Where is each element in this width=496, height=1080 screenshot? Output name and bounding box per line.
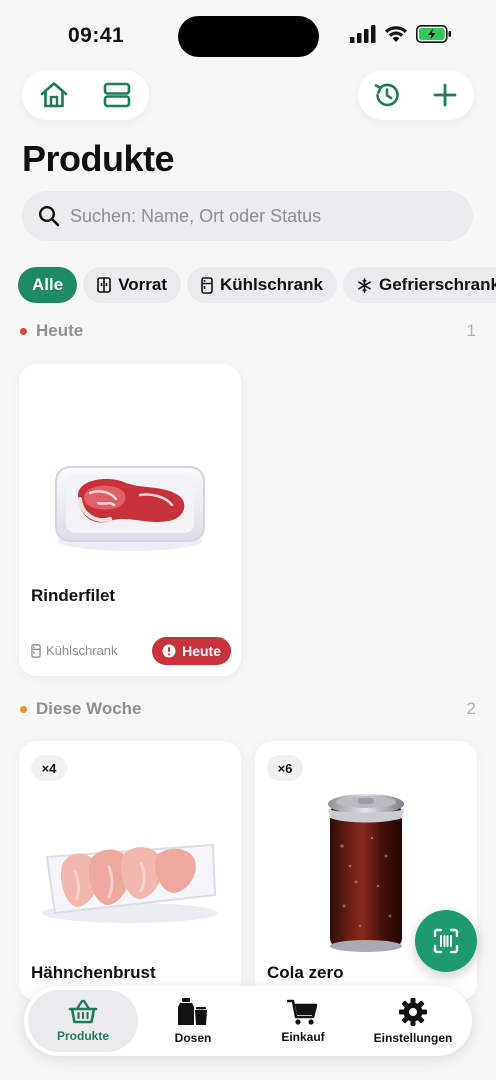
home-icon xyxy=(40,82,68,108)
wifi-icon xyxy=(385,26,407,42)
toolbar-left xyxy=(22,70,149,120)
fridge-icon xyxy=(31,643,41,658)
snowflake-icon xyxy=(358,277,371,293)
search-input[interactable] xyxy=(70,205,450,227)
home-button[interactable] xyxy=(34,75,74,115)
product-card-rinderfilet[interactable]: Rinderfilet Kühlschrank Heute xyxy=(19,364,241,676)
section-count: 1 xyxy=(466,321,476,340)
scan-barcode-button[interactable] xyxy=(415,910,477,972)
signal-icon xyxy=(350,25,376,43)
filter-chip-label: Gefrierschrank xyxy=(378,275,496,294)
alert-icon xyxy=(162,644,176,658)
basket-icon xyxy=(68,999,98,1024)
section-header-today: Heute 1 xyxy=(20,321,476,341)
search-bar[interactable] xyxy=(22,191,473,241)
cans-icon xyxy=(178,998,207,1025)
status-dot xyxy=(20,705,27,713)
filter-chip-all[interactable]: Alle xyxy=(18,267,78,303)
filter-chip-fridge[interactable]: Kühlschrank xyxy=(187,267,337,303)
status-dot xyxy=(20,327,27,335)
tab-label: Produkte xyxy=(56,1029,109,1043)
cabinet-icon xyxy=(97,277,111,293)
tab-dosen[interactable]: Dosen xyxy=(138,990,248,1052)
layout-toggle-button[interactable] xyxy=(97,75,137,115)
filter-chip-freezer[interactable]: Gefrierschrank xyxy=(342,267,496,303)
history-button[interactable] xyxy=(367,75,407,115)
filter-chip-label: Vorrat xyxy=(118,275,167,294)
section-header-this-week: Diese Woche 2 xyxy=(20,699,476,719)
add-product-button[interactable] xyxy=(425,75,465,115)
tab-label: Dosen xyxy=(174,1031,212,1045)
status-bar: 09:41 xyxy=(0,0,496,70)
status-icons xyxy=(350,25,452,43)
product-card-haehnchenbrust[interactable]: ×4 Hähnchenbrust xyxy=(19,741,241,1001)
section-title: Heute xyxy=(36,321,84,340)
status-badge-label: Heute xyxy=(182,643,221,659)
filter-chips: Alle Vorrat Kühlschrank Gefrierschrank xyxy=(18,267,496,303)
status-badge: Heute xyxy=(152,637,231,665)
cart-icon xyxy=(287,999,318,1025)
tab-einstellungen[interactable]: Einstellungen xyxy=(358,990,468,1052)
product-name: Hähnchenbrust xyxy=(31,963,156,982)
filter-chip-pantry[interactable]: Vorrat xyxy=(83,267,181,303)
dynamic-island xyxy=(178,16,319,57)
tab-produkte[interactable]: Produkte xyxy=(28,990,138,1052)
product-image xyxy=(19,775,241,965)
tab-einkauf[interactable]: Einkauf xyxy=(248,990,358,1052)
gear-icon xyxy=(399,998,427,1026)
product-image xyxy=(19,404,241,604)
filter-chip-label: Kühlschrank xyxy=(220,275,323,294)
product-name: Rinderfilet xyxy=(31,586,116,605)
fridge-icon xyxy=(201,276,213,294)
chicken-breast-image xyxy=(42,843,218,923)
tab-bar: Produkte Dosen Einkauf Einstellungen xyxy=(24,986,472,1056)
history-icon xyxy=(374,83,399,107)
toolbar-right xyxy=(358,70,474,120)
plus-icon xyxy=(433,83,457,107)
steak-tray-image xyxy=(55,466,205,551)
tab-label: Einstellungen xyxy=(373,1031,453,1045)
product-location: Kühlschrank xyxy=(31,643,118,658)
stacked-rows-icon xyxy=(103,82,131,108)
tab-label: Einkauf xyxy=(281,1030,325,1044)
cola-can-image xyxy=(328,794,404,952)
product-location-label: Kühlschrank xyxy=(46,643,118,658)
section-title: Diese Woche xyxy=(36,699,142,718)
product-name: Cola zero xyxy=(267,963,344,982)
page-title: Produkte xyxy=(22,138,175,179)
filter-chip-label: Alle xyxy=(32,275,64,294)
battery-icon xyxy=(416,25,452,43)
search-icon xyxy=(38,205,60,227)
barcode-scan-icon xyxy=(433,928,459,954)
status-time: 09:41 xyxy=(68,24,125,47)
section-count: 2 xyxy=(466,699,476,718)
